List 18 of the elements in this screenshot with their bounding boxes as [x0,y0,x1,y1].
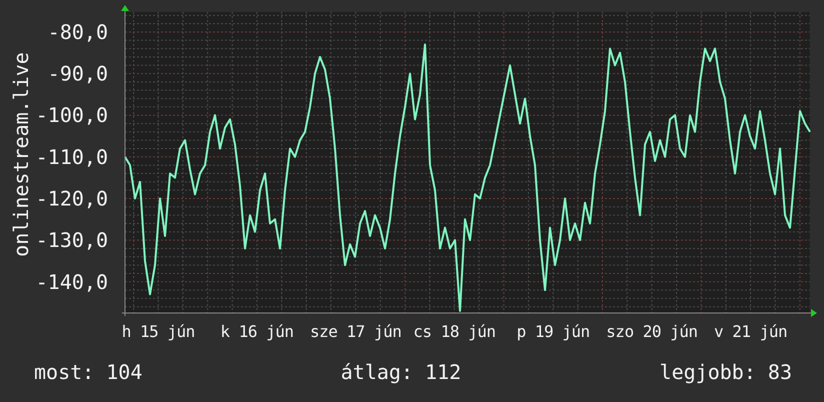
x-axis-label: p 19 jún [516,322,590,341]
x-axis-label: szo 20 jún [606,322,698,341]
y-axis-label: -140,0 [36,270,108,294]
y-axis-label: -120,0 [36,186,108,210]
x-axis-label: sze 17 jún [310,322,402,341]
y-axis-title: onlinestream.live [9,52,33,257]
y-axis-label: -130,0 [36,228,108,252]
legend-text: átlag: 112 [340,360,462,384]
y-axis-label: -80,0 [48,20,108,44]
x-axis-label: v 21 jún [714,322,788,341]
x-axis-label: cs 18 jún [413,322,496,341]
y-axis-label: -90,0 [48,62,108,86]
y-axis-label: -110,0 [36,144,108,169]
legend-text: most: 104 [34,360,142,384]
x-axis-label: k 16 jún [220,322,294,341]
x-axis-label: h 15 jún [122,322,195,341]
y-axis-label: -100,0 [36,103,108,128]
legend-text: legjobb: 83 [660,360,792,384]
